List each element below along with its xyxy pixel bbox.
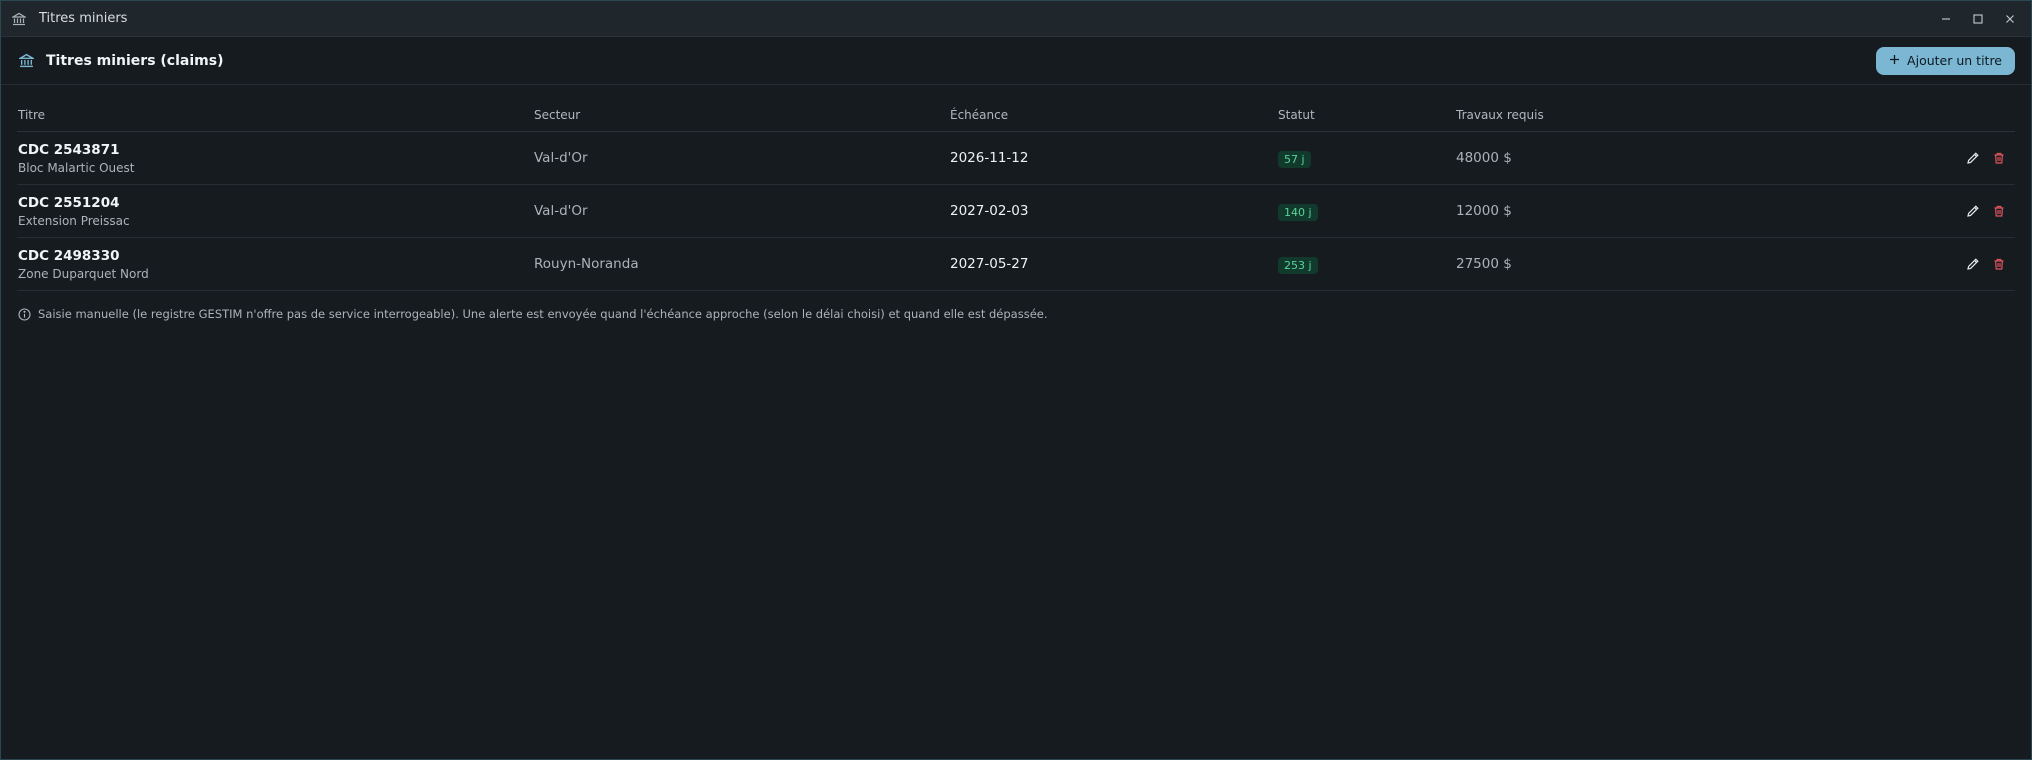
pencil-icon[interactable] <box>1965 203 1981 219</box>
status-cell: 253 j <box>1278 254 1456 274</box>
trash-icon[interactable] <box>1991 256 2007 272</box>
title-cell: CDC 2551204 Extension Preissac <box>17 195 534 228</box>
plus-icon <box>1889 53 1900 68</box>
claim-id: CDC 2551204 <box>18 194 120 211</box>
pencil-icon[interactable] <box>1965 256 1981 272</box>
bank-icon <box>11 11 27 27</box>
pencil-icon[interactable] <box>1965 150 1981 166</box>
due-date-cell: 2027-05-27 <box>950 256 1029 272</box>
status-badge: 57 j <box>1278 151 1311 168</box>
work-required-cell: 48000 $ <box>1456 150 1512 166</box>
column-header-echeance[interactable]: Échéance <box>950 108 1278 122</box>
window-title: Titres miniers <box>39 11 128 26</box>
column-header-secteur[interactable]: Secteur <box>534 108 950 122</box>
add-title-label: Ajouter un titre <box>1907 53 2002 68</box>
info-note: Saisie manuelle (le registre GESTIM n'of… <box>18 307 2031 321</box>
claim-name: Bloc Malartic Ouest <box>18 160 135 175</box>
table-row[interactable]: CDC 2543871 Bloc Malartic Ouest Val-d'Or… <box>17 132 2015 185</box>
status-cell: 57 j <box>1278 148 1456 168</box>
bank-icon <box>19 53 35 69</box>
actions-cell <box>1906 203 2015 219</box>
due-date-cell: 2026-11-12 <box>950 150 1029 166</box>
page-title: Titres miniers (claims) <box>46 52 224 69</box>
trash-icon[interactable] <box>1991 203 2007 219</box>
column-header-titre[interactable]: Titre <box>17 108 534 122</box>
status-badge: 140 j <box>1278 204 1318 221</box>
table-row[interactable]: CDC 2551204 Extension Preissac Val-d'Or … <box>17 185 2015 238</box>
claim-id: CDC 2543871 <box>18 141 120 158</box>
title-cell: CDC 2498330 Zone Duparquet Nord <box>17 248 534 281</box>
title-cell: CDC 2543871 Bloc Malartic Ouest <box>17 142 534 175</box>
trash-icon[interactable] <box>1991 150 2007 166</box>
claim-id: CDC 2498330 <box>18 247 120 264</box>
maximize-icon[interactable] <box>1967 8 1989 30</box>
info-icon <box>18 307 32 321</box>
page-header: Titres miniers (claims) Ajouter un titre <box>1 37 2031 85</box>
claims-table: Titre Secteur Échéance Statut Travaux re… <box>17 99 2015 291</box>
status-cell: 140 j <box>1278 201 1456 221</box>
actions-cell <box>1906 256 2015 272</box>
table-row[interactable]: CDC 2498330 Zone Duparquet Nord Rouyn-No… <box>17 238 2015 291</box>
minimize-icon[interactable] <box>1935 8 1957 30</box>
close-icon[interactable] <box>1999 8 2021 30</box>
sector-cell: Rouyn-Noranda <box>534 256 639 272</box>
work-required-cell: 12000 $ <box>1456 203 1512 219</box>
column-header-travaux[interactable]: Travaux requis <box>1456 108 1906 122</box>
title-bar: Titres miniers <box>1 1 2031 37</box>
column-header-statut[interactable]: Statut <box>1278 108 1456 122</box>
due-date-cell: 2027-02-03 <box>950 203 1029 219</box>
info-note-text: Saisie manuelle (le registre GESTIM n'of… <box>38 307 1048 321</box>
app-window: Titres miniers Titres miniers (claims) A… <box>0 0 2032 760</box>
status-badge: 253 j <box>1278 257 1318 274</box>
work-required-cell: 27500 $ <box>1456 256 1512 272</box>
sector-cell: Val-d'Or <box>534 150 588 166</box>
claim-name: Zone Duparquet Nord <box>18 266 149 281</box>
sector-cell: Val-d'Or <box>534 203 588 219</box>
actions-cell <box>1906 150 2015 166</box>
claim-name: Extension Preissac <box>18 213 130 228</box>
table-header: Titre Secteur Échéance Statut Travaux re… <box>17 99 2015 132</box>
add-title-button[interactable]: Ajouter un titre <box>1876 46 2015 75</box>
window-controls <box>1935 8 2021 30</box>
